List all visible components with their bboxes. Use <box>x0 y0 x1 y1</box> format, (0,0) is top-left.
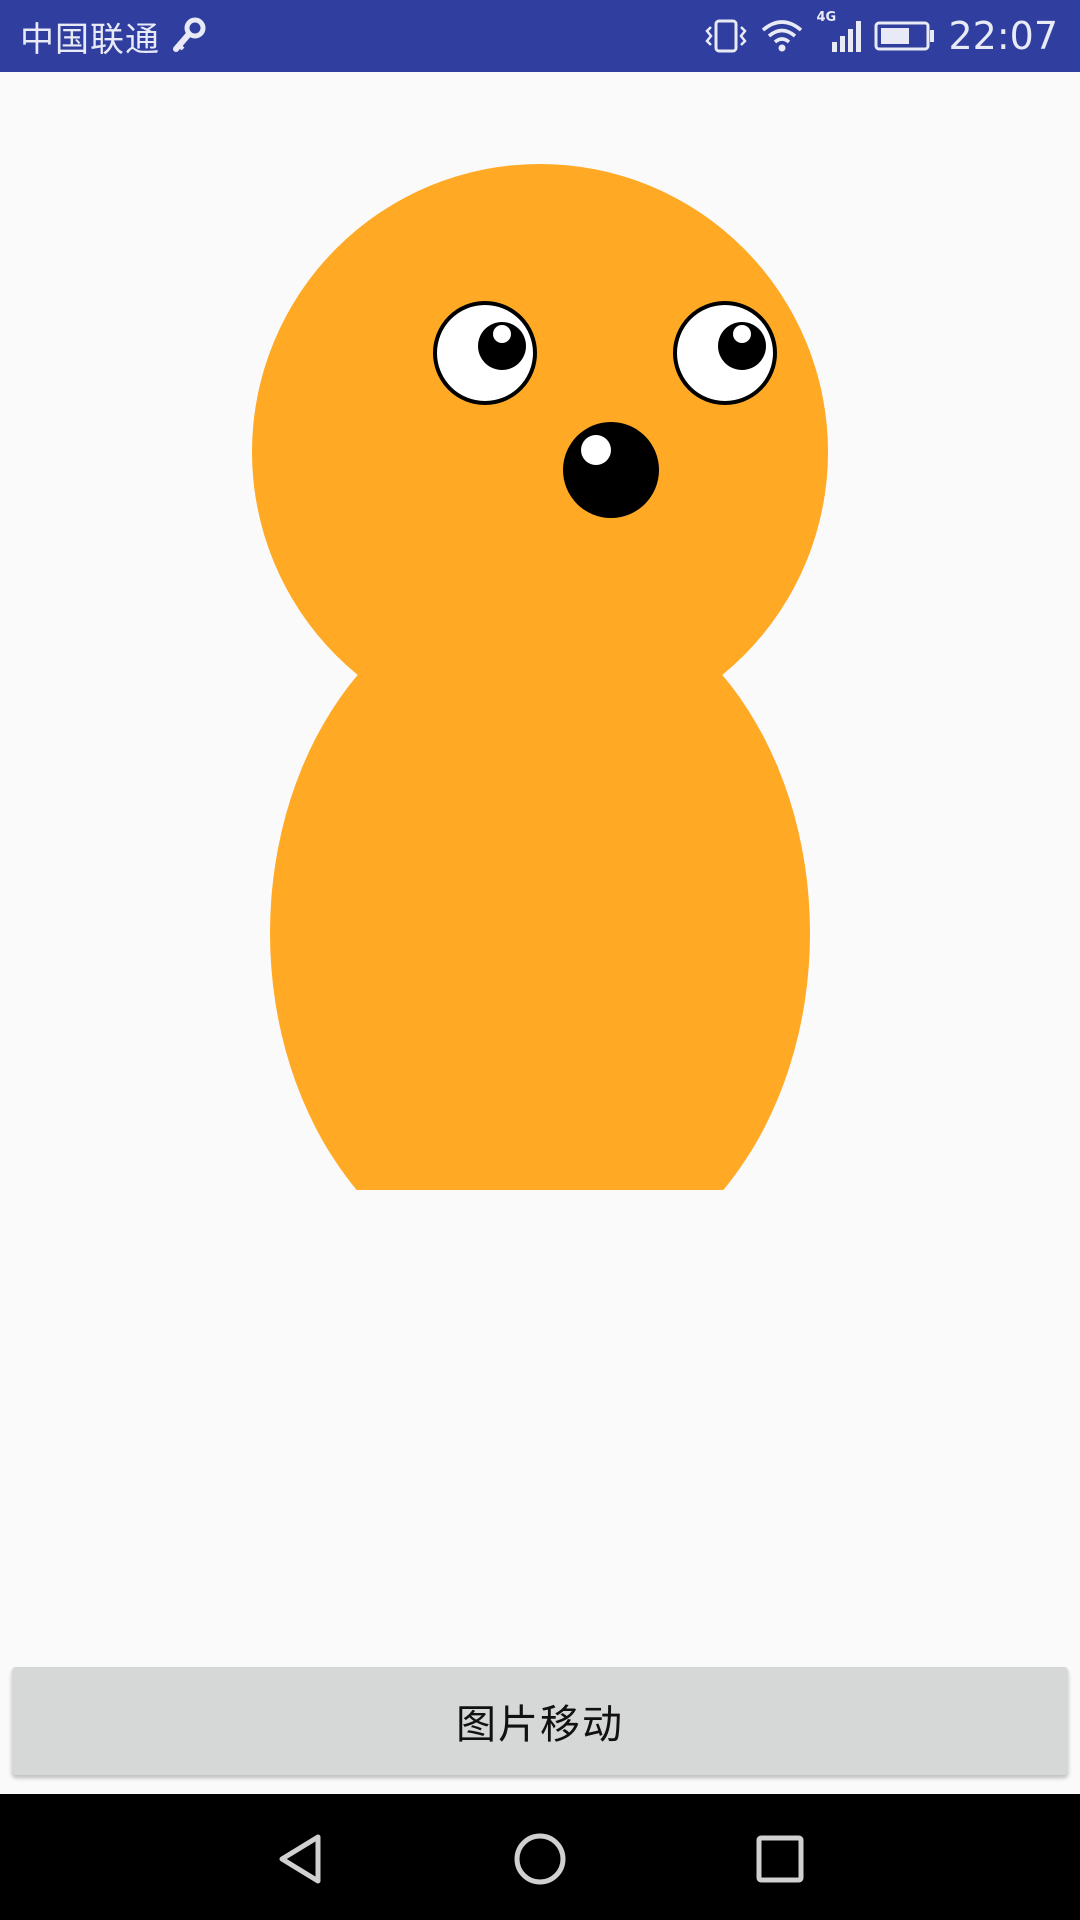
left-eye <box>433 301 537 405</box>
status-left: 中国联通 <box>20 12 206 61</box>
right-eye <box>673 301 777 405</box>
status-right: 4G 22:07 <box>704 10 1058 58</box>
status-bar: 中国联通 4G 22:07 <box>0 0 1080 72</box>
key-icon <box>172 17 206 55</box>
home-icon[interactable] <box>495 1814 585 1904</box>
character-head <box>252 164 828 740</box>
drawing-canvas[interactable] <box>0 72 1080 1672</box>
recents-icon[interactable] <box>735 1814 825 1904</box>
wifi-icon <box>760 18 804 54</box>
vibrate-icon <box>704 18 748 54</box>
move-image-button[interactable]: 图片移动 <box>12 1667 1068 1775</box>
battery-icon <box>874 18 936 54</box>
carrier-name: 中国联通 <box>20 19 160 60</box>
navigation-bar <box>0 1794 1080 1920</box>
nose <box>563 422 659 518</box>
signal-icon: 4G <box>816 10 862 54</box>
network-type-label: 4G <box>816 10 837 25</box>
clock: 22:07 <box>948 14 1058 58</box>
back-icon[interactable] <box>255 1814 345 1904</box>
orange-character[interactable] <box>252 164 828 1283</box>
